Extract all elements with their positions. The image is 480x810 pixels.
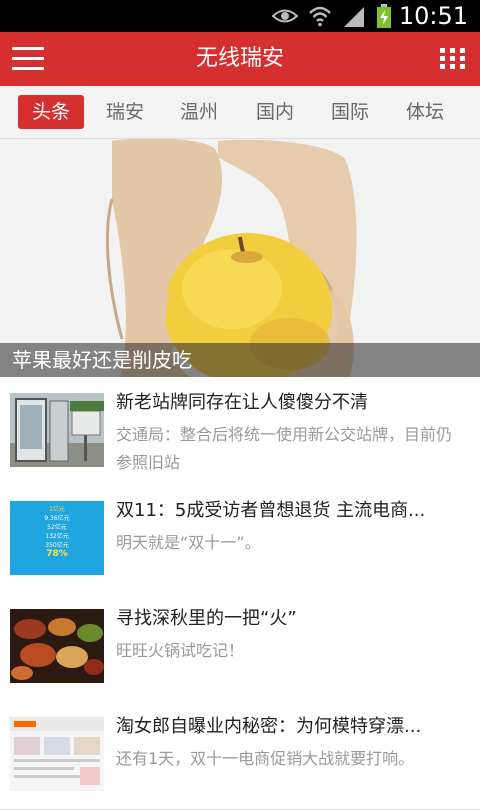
eye-icon bbox=[272, 9, 298, 23]
app-bar: 无线瑞安 bbox=[0, 32, 480, 86]
news-item[interactable]: 淘女郎自曝业内秘密：为何模特穿漂... 还有1天，双十一电商促销大战就要打响。 bbox=[0, 701, 480, 810]
infographic-value: 132亿元 bbox=[45, 533, 69, 540]
wifi-icon bbox=[309, 6, 331, 27]
news-summary: 交通局：整合后将统一使用新公交站牌，目前仍参照旧站 bbox=[116, 425, 453, 472]
hero-banner[interactable]: 苹果最好还是削皮吃 bbox=[0, 139, 480, 377]
news-title: 双11：5成受访者曾想退货 主流电商... bbox=[116, 500, 426, 521]
tab-wenzhou[interactable]: 温州 bbox=[166, 95, 232, 129]
infographic-value: 78% bbox=[46, 549, 68, 559]
grid-icon[interactable] bbox=[440, 48, 466, 70]
tab-ruian[interactable]: 瑞安 bbox=[92, 95, 158, 129]
news-thumbnail bbox=[10, 609, 104, 683]
tab-international[interactable]: 国际 bbox=[317, 95, 383, 129]
hero-image bbox=[0, 139, 480, 377]
infographic-value: 52亿元 bbox=[47, 524, 67, 531]
app-title: 无线瑞安 bbox=[195, 46, 284, 71]
news-summary: 旺旺火锅试吃记！ bbox=[116, 641, 245, 660]
hero-caption: 苹果最好还是削皮吃 bbox=[12, 348, 192, 372]
news-summary: 明天就是“双十一”。 bbox=[116, 533, 261, 552]
news-item[interactable]: 1亿元 9.36亿元 52亿元 132亿元 350亿元 78% 双11：5成受访… bbox=[0, 485, 480, 594]
infographic-value: 1亿元 bbox=[49, 506, 65, 513]
news-thumbnail bbox=[10, 717, 104, 791]
status-icons bbox=[272, 4, 392, 28]
signal-icon bbox=[344, 7, 364, 27]
clock: 10:51 bbox=[398, 2, 468, 30]
category-tabs: 头条 瑞安 温州 国内 国际 体坛 bbox=[0, 86, 480, 139]
battery-charging-icon bbox=[377, 4, 391, 28]
tab-headlines[interactable]: 头条 bbox=[18, 95, 84, 129]
news-title: 寻找深秋里的一把“火” bbox=[116, 608, 297, 629]
status-bar: 10:51 bbox=[0, 0, 480, 32]
news-item[interactable]: 寻找深秋里的一把“火” 旺旺火锅试吃记！ bbox=[0, 593, 480, 702]
news-thumbnail bbox=[10, 393, 104, 467]
tab-domestic[interactable]: 国内 bbox=[242, 95, 308, 129]
news-summary: 还有1天，双十一电商促销大战就要打响。 bbox=[116, 749, 415, 768]
news-item[interactable]: 新老站牌同存在让人傻傻分不清 交通局：整合后将统一使用新公交站牌，目前仍参照旧站 bbox=[0, 377, 480, 486]
tab-sports[interactable]: 体坛 bbox=[392, 95, 458, 129]
news-title: 新老站牌同存在让人傻傻分不清 bbox=[116, 392, 368, 413]
news-thumbnail: 1亿元 9.36亿元 52亿元 132亿元 350亿元 78% bbox=[10, 501, 104, 575]
news-title: 淘女郎自曝业内秘密：为何模特穿漂... bbox=[116, 716, 422, 737]
infographic-value: 9.36亿元 bbox=[44, 515, 70, 522]
